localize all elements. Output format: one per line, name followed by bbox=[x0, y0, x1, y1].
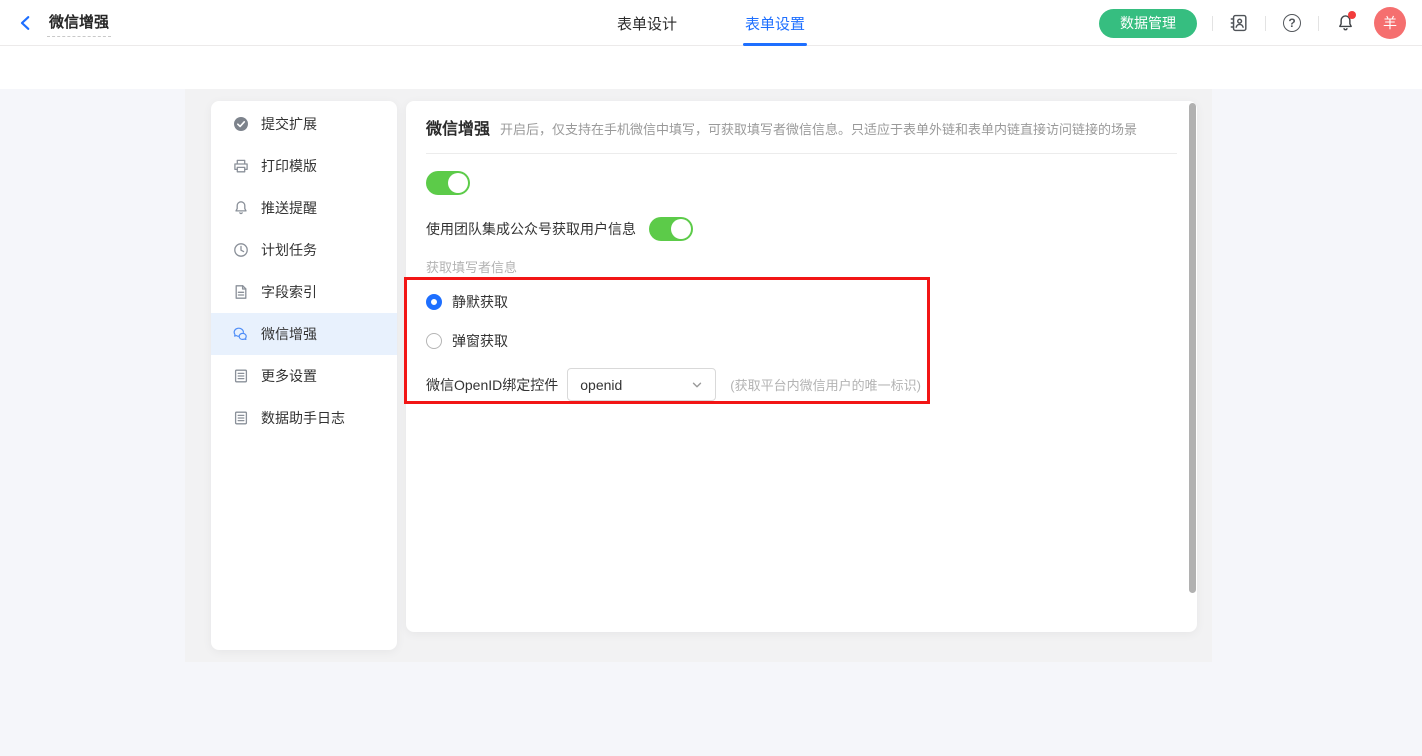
radio-label: 弹窗获取 bbox=[452, 331, 508, 351]
notification-bell-icon[interactable] bbox=[1334, 12, 1356, 34]
sidebar-item-submit-extension[interactable]: 提交扩展 bbox=[211, 103, 397, 145]
help-icon[interactable]: ? bbox=[1281, 12, 1303, 34]
tab-form-settings[interactable]: 表单设置 bbox=[744, 0, 806, 46]
panel-header: 微信增强 开启后，仅支持在手机微信中填写，可获取填写者微信信息。只适应于表单外链… bbox=[426, 119, 1177, 141]
top-bar: 微信增强 表单设计 表单设置 数据管理 ? bbox=[0, 0, 1422, 46]
divider bbox=[1212, 16, 1213, 31]
back-button[interactable] bbox=[14, 11, 38, 35]
sidebar-item-label: 计划任务 bbox=[261, 240, 317, 260]
fetch-writer-info-label: 获取填写者信息 bbox=[426, 257, 1177, 276]
chevron-left-icon bbox=[17, 14, 35, 32]
tab-label: 表单设置 bbox=[745, 13, 805, 34]
topbar-left: 微信增强 bbox=[14, 0, 111, 46]
toggle-knob bbox=[671, 219, 691, 239]
printer-icon bbox=[233, 158, 249, 174]
notification-badge bbox=[1348, 11, 1356, 19]
sidebar-item-label: 微信增强 bbox=[261, 324, 317, 344]
check-circle-icon bbox=[233, 116, 249, 132]
chevron-down-icon bbox=[691, 379, 703, 391]
list-icon bbox=[233, 368, 249, 384]
openid-binding-row: 微信OpenID绑定控件 openid (获取平台内微信用户的唯一标识) bbox=[426, 368, 1177, 401]
toggle-knob bbox=[448, 173, 468, 193]
openid-select-value: openid bbox=[580, 377, 691, 393]
sidebar-item-wechat-enhance[interactable]: 微信增强 bbox=[211, 313, 397, 355]
openid-select[interactable]: openid bbox=[567, 368, 716, 401]
panel-description: 开启后，仅支持在手机微信中填写，可获取填写者微信信息。只适应于表单外链和表单内链… bbox=[500, 119, 1137, 138]
radio-silent-fetch[interactable]: 静默获取 bbox=[426, 292, 1177, 312]
wechat-icon bbox=[233, 326, 249, 342]
sidebar-item-scheduled-task[interactable]: 计划任务 bbox=[211, 229, 397, 271]
divider bbox=[1265, 16, 1266, 31]
clock-icon bbox=[233, 242, 249, 258]
openid-binding-label: 微信OpenID绑定控件 bbox=[426, 375, 558, 395]
active-tab-underline bbox=[743, 43, 807, 46]
center-tabs: 表单设计 表单设置 bbox=[616, 0, 806, 46]
radio-selected-icon bbox=[426, 294, 442, 310]
sidebar-item-label: 打印模版 bbox=[261, 156, 317, 176]
sidebar-item-label: 数据助手日志 bbox=[261, 408, 345, 428]
document-icon bbox=[233, 284, 249, 300]
panel-title: 微信增强 bbox=[426, 119, 490, 141]
address-book-icon[interactable] bbox=[1228, 12, 1250, 34]
form-title[interactable]: 微信增强 bbox=[47, 9, 111, 37]
sidebar-item-label: 字段索引 bbox=[261, 282, 317, 302]
sidebar-item-push-reminder[interactable]: 推送提醒 bbox=[211, 187, 397, 229]
team-account-row: 使用团队集成公众号获取用户信息 bbox=[426, 217, 1177, 241]
team-account-toggle[interactable] bbox=[649, 217, 693, 241]
radio-label: 静默获取 bbox=[452, 292, 508, 312]
topbar-right: 数据管理 ? 羊 bbox=[1099, 0, 1406, 46]
sidebar-item-data-assistant-log[interactable]: 数据助手日志 bbox=[211, 397, 397, 439]
sidebar-item-label: 提交扩展 bbox=[261, 114, 317, 134]
radio-unselected-icon bbox=[426, 333, 442, 349]
header-divider bbox=[426, 153, 1177, 154]
wechat-enhance-toggle[interactable] bbox=[426, 171, 470, 195]
vertical-scrollbar[interactable] bbox=[1189, 103, 1196, 593]
team-account-label: 使用团队集成公众号获取用户信息 bbox=[426, 219, 636, 239]
sidebar-item-label: 更多设置 bbox=[261, 366, 317, 386]
sidebar-item-label: 推送提醒 bbox=[261, 198, 317, 218]
settings-sidebar: 提交扩展 打印模版 推送提醒 计划任务 bbox=[211, 101, 397, 650]
wechat-enhance-panel: 微信增强 开启后，仅支持在手机微信中填写，可获取填写者微信信息。只适应于表单外链… bbox=[406, 101, 1197, 632]
radio-popup-fetch[interactable]: 弹窗获取 bbox=[426, 331, 1177, 351]
openid-hint: (获取平台内微信用户的唯一标识) bbox=[730, 375, 921, 394]
sidebar-item-field-index[interactable]: 字段索引 bbox=[211, 271, 397, 313]
data-manage-button[interactable]: 数据管理 bbox=[1099, 9, 1197, 38]
divider bbox=[1318, 16, 1319, 31]
list-icon bbox=[233, 410, 249, 426]
avatar[interactable]: 羊 bbox=[1374, 7, 1406, 39]
header-spacer bbox=[0, 46, 1422, 89]
bell-icon bbox=[233, 200, 249, 216]
tab-label: 表单设计 bbox=[617, 13, 677, 34]
sidebar-item-print-template[interactable]: 打印模版 bbox=[211, 145, 397, 187]
sidebar-item-more-settings[interactable]: 更多设置 bbox=[211, 355, 397, 397]
help-glyph: ? bbox=[1288, 16, 1295, 30]
tab-form-design[interactable]: 表单设计 bbox=[616, 0, 678, 46]
